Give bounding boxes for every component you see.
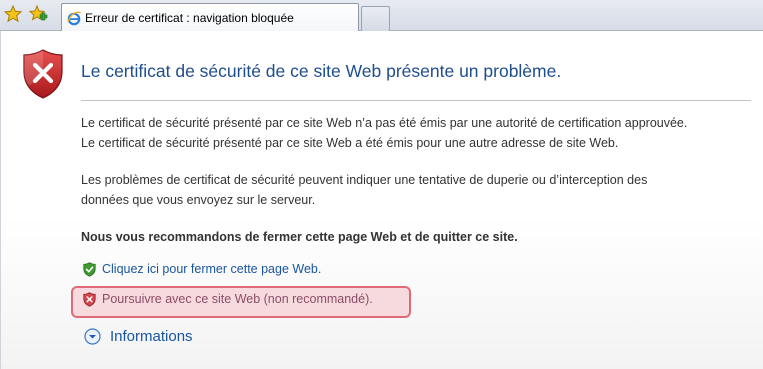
continue-link-label[interactable]: Poursuivre avec ce site Web (non recomma… <box>102 292 373 306</box>
new-tab-button[interactable] <box>361 6 390 31</box>
red-shield-icon <box>82 291 96 307</box>
risk-line-1: Les problèmes de certificat de sécurité … <box>81 173 648 187</box>
chevron-down-icon <box>84 328 101 345</box>
tab-certificate-error[interactable]: Erreur de certificat : navigation bloqué… <box>61 3 359 31</box>
more-information-toggle[interactable]: Informations <box>84 328 193 345</box>
add-favorite-icon <box>28 4 48 21</box>
explanation-line-1: Le certificat de sécurité présenté par c… <box>81 116 688 130</box>
star-icon <box>4 5 22 23</box>
ie-icon <box>66 10 82 26</box>
more-information-label[interactable]: Informations <box>110 328 193 345</box>
error-shield-icon <box>23 49 63 99</box>
green-shield-icon <box>82 261 96 277</box>
risk-line-2: données que vous envoyez sur le serveur. <box>81 193 316 207</box>
certificate-error-page: Le certificat de sécurité de ce site Web… <box>0 31 763 369</box>
tab-title: Erreur de certificat : navigation bloqué… <box>85 10 294 25</box>
close-page-link-label[interactable]: Cliquez ici pour fermer cette page Web. <box>102 262 321 276</box>
page-title: Le certificat de sécurité de ce site Web… <box>81 61 562 81</box>
browser-window: Erreur de certificat : navigation bloqué… <box>0 0 763 369</box>
close-page-link[interactable]: Cliquez ici pour fermer cette page Web. <box>82 260 321 278</box>
add-favorites-button[interactable] <box>28 4 48 24</box>
favorites-button[interactable] <box>3 4 23 24</box>
certificate-explanation: Le certificat de sécurité présenté par c… <box>81 113 687 153</box>
risk-explanation: Les problèmes de certificat de sécurité … <box>81 170 647 210</box>
tab-bar: Erreur de certificat : navigation bloqué… <box>0 0 763 31</box>
continue-to-site-link[interactable]: Poursuivre avec ce site Web (non recomma… <box>82 290 373 308</box>
explanation-line-2: Le certificat de sécurité présenté par c… <box>81 136 619 150</box>
divider <box>81 100 751 101</box>
recommendation-text: Nous vous recommandons de fermer cette p… <box>81 230 518 244</box>
